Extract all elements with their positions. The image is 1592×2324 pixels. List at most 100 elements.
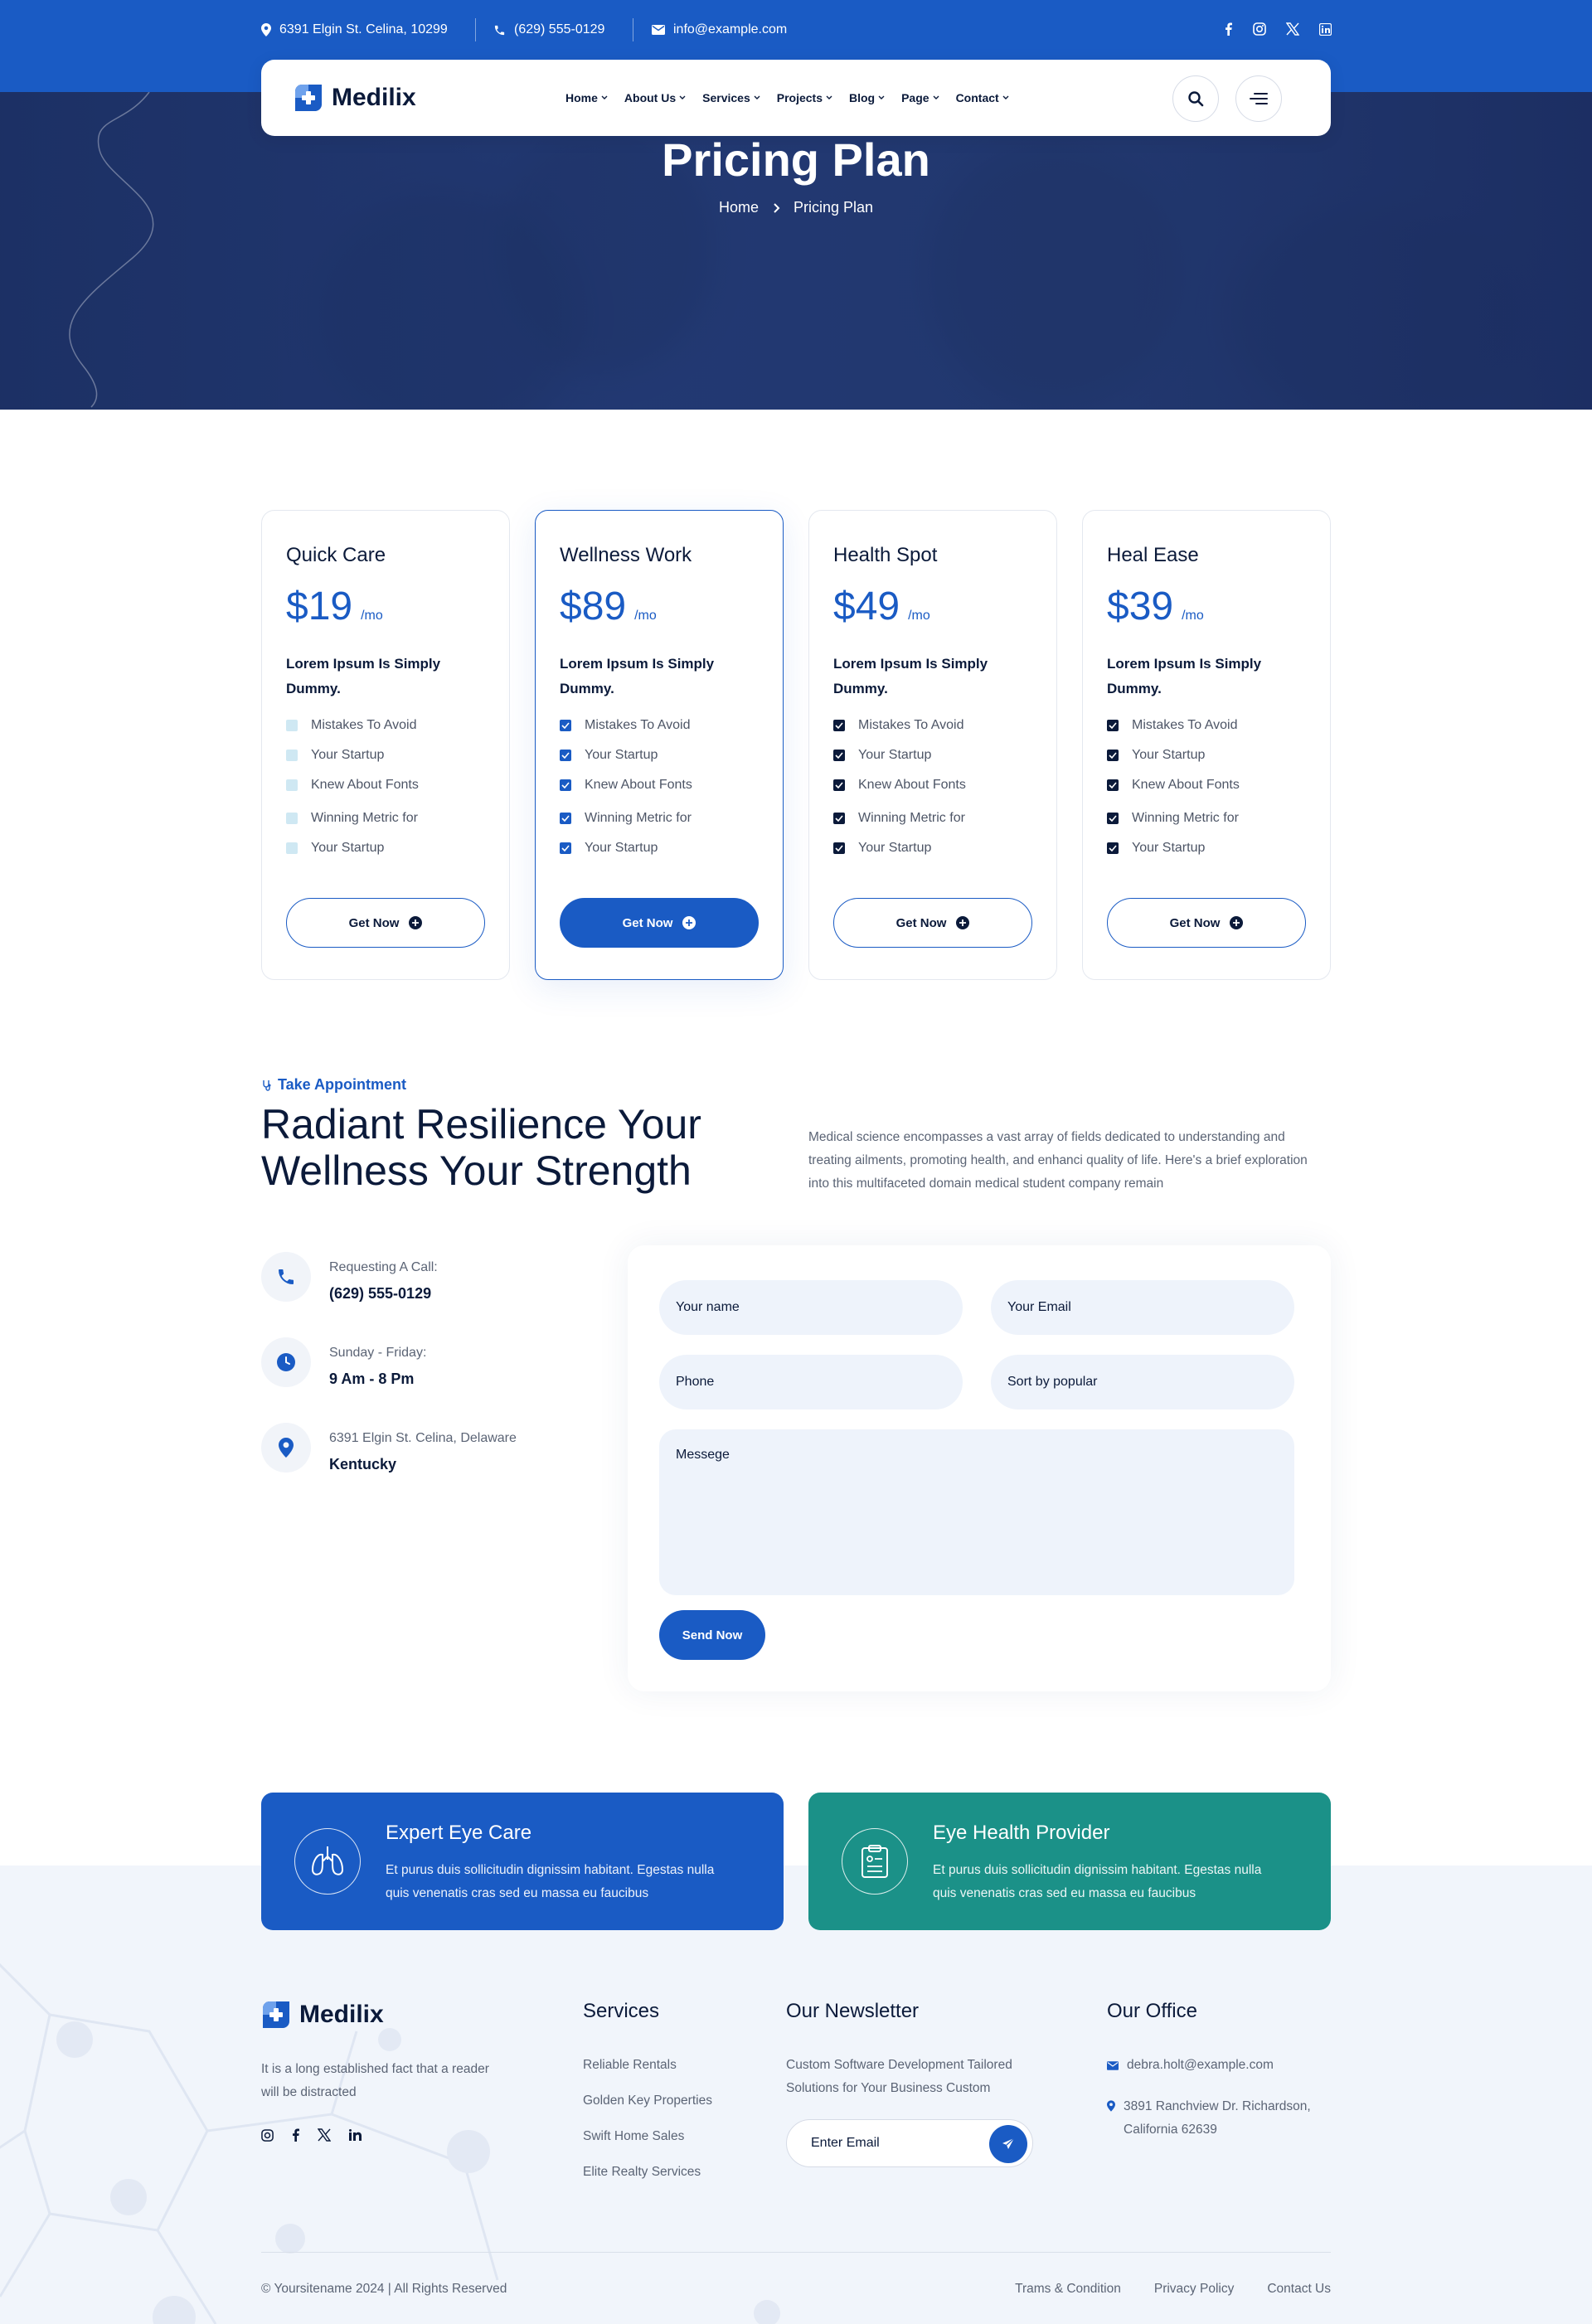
brand-name: Medilix bbox=[332, 84, 416, 111]
feature-item: Mistakes To Avoid bbox=[1107, 718, 1237, 733]
plan-period: /mo bbox=[361, 609, 383, 623]
newsletter-submit-button[interactable] bbox=[989, 2125, 1027, 2163]
nav-home[interactable]: Home bbox=[565, 91, 608, 104]
privacy-link[interactable]: Privacy Policy bbox=[1154, 2282, 1234, 2297]
get-now-button[interactable]: Get Now bbox=[286, 898, 485, 948]
chevron-right-icon bbox=[774, 202, 780, 213]
name-field[interactable]: Your name bbox=[659, 1280, 963, 1335]
nav-services[interactable]: Services bbox=[702, 91, 760, 104]
info-label: Requesting A Call: bbox=[329, 1260, 438, 1274]
feature-item: Your Startup bbox=[560, 748, 658, 763]
checkbox-icon bbox=[286, 842, 298, 854]
nav-page[interactable]: Page bbox=[901, 91, 939, 104]
contact-info-address: 6391 Elgin St. Celina, Delaware Kentucky bbox=[261, 1423, 517, 1473]
instagram-icon[interactable] bbox=[1250, 20, 1269, 38]
feature-item: Winning Metric for bbox=[560, 811, 692, 826]
footer-logo[interactable]: Medilix bbox=[261, 2000, 384, 2030]
checkbox-checked-icon bbox=[833, 750, 845, 761]
get-now-button[interactable]: Get Now bbox=[560, 898, 759, 948]
x-icon[interactable] bbox=[317, 2128, 332, 2146]
feature-banner[interactable]: Eye Health Provider Et purus duis sollic… bbox=[808, 1793, 1331, 1930]
search-button[interactable] bbox=[1172, 75, 1219, 122]
topbar-phone-text: (629) 555-0129 bbox=[514, 22, 605, 36]
feature-banner[interactable]: Expert Eye Care Et purus duis sollicitud… bbox=[261, 1793, 784, 1930]
checkbox-checked-icon bbox=[833, 720, 845, 731]
topbar-phone[interactable]: (629) 555-0129 bbox=[493, 20, 604, 40]
plan-name: Wellness Work bbox=[560, 544, 692, 566]
breadcrumb-home[interactable]: Home bbox=[719, 199, 759, 216]
feature-label: Winning Metric for bbox=[1132, 811, 1239, 825]
send-now-button[interactable]: Send Now bbox=[659, 1610, 765, 1660]
divider bbox=[475, 18, 476, 41]
plan-subtitle: Lorem Ipsum Is Simply Dummy. bbox=[286, 656, 441, 696]
x-icon[interactable] bbox=[1284, 20, 1302, 38]
feature-label: Your Startup bbox=[585, 748, 658, 762]
footer-service-link[interactable]: Golden Key Properties bbox=[583, 2094, 712, 2108]
plus-circle-icon bbox=[682, 916, 696, 929]
checkbox-checked-icon bbox=[560, 813, 571, 824]
nav-about[interactable]: About Us bbox=[624, 91, 686, 104]
footer-about: It is a long established fact that a rea… bbox=[261, 2062, 489, 2099]
plan-price: $19/mo bbox=[286, 584, 383, 629]
footer-office-title: Our Office bbox=[1107, 2000, 1197, 2022]
banner-title: Eye Health Provider bbox=[933, 1822, 1110, 1844]
location-pin-icon bbox=[1107, 2100, 1115, 2112]
message-textarea[interactable]: Messege bbox=[659, 1429, 1294, 1595]
footer-office-email[interactable]: debra.holt@example.com bbox=[1107, 2058, 1274, 2073]
footer-service-link[interactable]: Elite Realty Services bbox=[583, 2165, 701, 2180]
linkedin-icon[interactable] bbox=[349, 2129, 362, 2145]
facebook-icon[interactable] bbox=[292, 2128, 299, 2146]
topbar-address-text: 6391 Elgin St. Celina, 10299 bbox=[279, 22, 448, 36]
chevron-down-icon bbox=[826, 95, 832, 99]
linkedin-icon[interactable] bbox=[1316, 20, 1334, 38]
checkbox-checked-icon bbox=[833, 779, 845, 791]
footer-service-link[interactable]: Swift Home Sales bbox=[583, 2129, 684, 2144]
contact-link[interactable]: Contact Us bbox=[1267, 2282, 1331, 2297]
get-now-button[interactable]: Get Now bbox=[833, 898, 1032, 948]
nav-about-label: About Us bbox=[624, 91, 677, 104]
footer-service-link[interactable]: Reliable Rentals bbox=[583, 2058, 677, 2073]
facebook-icon[interactable] bbox=[1219, 20, 1237, 38]
plan-price-value: $49 bbox=[833, 585, 900, 628]
menu-toggle-button[interactable] bbox=[1235, 75, 1282, 122]
phone-field[interactable]: Phone bbox=[659, 1355, 963, 1409]
hamburger-icon bbox=[1250, 93, 1268, 104]
info-value[interactable]: (629) 555-0129 bbox=[329, 1285, 438, 1303]
newsletter-email-input[interactable]: Enter Email bbox=[811, 2136, 880, 2151]
feature-label: Your Startup bbox=[1132, 748, 1206, 762]
get-now-label: Get Now bbox=[622, 915, 673, 930]
feature-label: Winning Metric for bbox=[311, 811, 418, 825]
plan-price-value: $89 bbox=[560, 585, 627, 628]
terms-link[interactable]: Trams & Condition bbox=[1015, 2282, 1121, 2297]
get-now-button[interactable]: Get Now bbox=[1107, 898, 1306, 948]
banner-text: Et purus duis sollicitudin dignissim hab… bbox=[386, 1863, 715, 1900]
chevron-down-icon bbox=[754, 95, 760, 99]
footer-newsletter-title: Our Newsletter bbox=[786, 2000, 920, 2022]
topbar-email[interactable]: info@example.com bbox=[652, 20, 787, 40]
checkbox-checked-icon bbox=[560, 779, 571, 791]
feature-label: Knew About Fonts bbox=[858, 778, 966, 792]
get-now-label: Get Now bbox=[348, 915, 400, 930]
info-value: Kentucky bbox=[329, 1456, 397, 1473]
instagram-icon[interactable] bbox=[261, 2128, 274, 2146]
sort-select[interactable]: Sort by popular bbox=[991, 1355, 1294, 1409]
plus-circle-icon bbox=[1230, 916, 1244, 929]
feature-label: Your Startup bbox=[858, 748, 932, 762]
plan-name: Quick Care bbox=[286, 544, 386, 566]
plan-period: /mo bbox=[634, 609, 657, 623]
feature-item: Mistakes To Avoid bbox=[286, 718, 416, 733]
email-field[interactable]: Your Email bbox=[991, 1280, 1294, 1335]
nav-services-label: Services bbox=[702, 91, 750, 104]
mail-icon bbox=[652, 25, 665, 35]
feature-label: Mistakes To Avoid bbox=[311, 718, 417, 732]
breadcrumb: Home Pricing Plan bbox=[0, 199, 1592, 216]
checkbox-icon bbox=[286, 750, 298, 761]
feature-item: Your Startup bbox=[1107, 841, 1205, 856]
search-icon bbox=[1188, 91, 1204, 107]
clock-icon bbox=[261, 1337, 311, 1387]
nav-contact[interactable]: Contact bbox=[956, 91, 1009, 104]
logo[interactable]: Medilix bbox=[294, 83, 416, 113]
nav-blog[interactable]: Blog bbox=[849, 91, 885, 104]
pricing-card-featured: Wellness Work $89/mo Lorem Ipsum Is Simp… bbox=[535, 510, 784, 980]
nav-projects[interactable]: Projects bbox=[777, 91, 832, 104]
